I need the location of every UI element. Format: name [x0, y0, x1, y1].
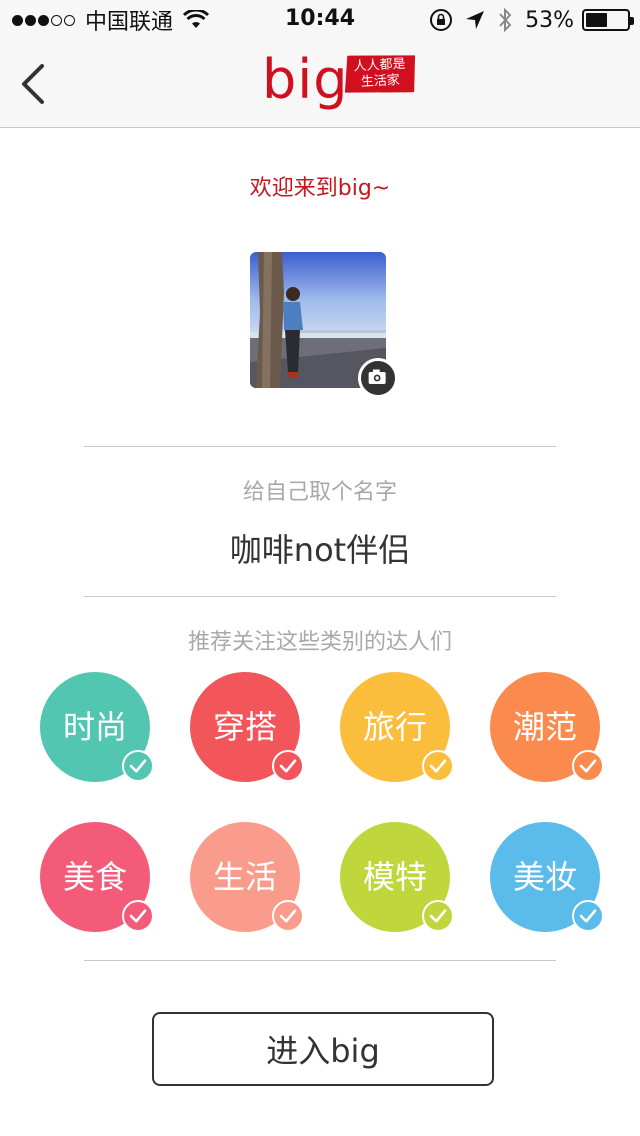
status-right: 53% — [429, 6, 634, 34]
divider — [84, 446, 556, 447]
name-label: 给自己取个名字 — [242, 480, 397, 505]
screen: 中国联通 10:44 53% big 人人都是 生活家 欢迎来到big~ 给自己… — [0, 0, 640, 1136]
category-item[interactable]: 旅行 — [340, 672, 454, 782]
category-item[interactable]: 模特 — [340, 822, 454, 932]
checkmark-icon — [272, 900, 304, 932]
recommend-label: 推荐关注这些类别的达人们 — [187, 630, 452, 655]
enter-big-button[interactable]: 进入big — [152, 1012, 494, 1086]
category-label: 潮范 — [512, 708, 577, 746]
category-label: 旅行 — [362, 708, 427, 746]
battery-tip — [630, 17, 634, 25]
checkmark-icon — [422, 900, 454, 932]
checkmark-icon — [422, 750, 454, 782]
nav-bar: big 人人都是 生活家 — [0, 40, 640, 128]
category-item[interactable]: 美食 — [40, 822, 154, 932]
lock-rotation-icon — [430, 9, 453, 31]
name-input[interactable] — [120, 524, 520, 572]
logo-text: big — [262, 48, 349, 111]
battery-icon — [582, 9, 634, 31]
checkmark-icon — [122, 750, 154, 782]
status-bar: 中国联通 10:44 53% — [0, 0, 640, 40]
category-item[interactable]: 美妆 — [490, 822, 604, 932]
category-item[interactable]: 生活 — [190, 822, 304, 932]
bluetooth-icon — [499, 7, 512, 33]
divider — [84, 960, 556, 961]
big-logo: big 人人都是 生活家 — [262, 48, 422, 120]
checkmark-icon — [272, 750, 304, 782]
welcome-text: 欢迎来到big~ — [249, 176, 391, 201]
category-label: 穿搭 — [212, 708, 277, 746]
battery-fill — [586, 13, 608, 27]
category-label: 美食 — [62, 858, 127, 896]
category-item[interactable]: 潮范 — [490, 672, 604, 782]
checkmark-icon — [572, 900, 604, 932]
chevron-left-icon[interactable] — [14, 58, 54, 110]
category-item[interactable]: 时尚 — [40, 672, 154, 782]
camera-icon[interactable] — [358, 358, 398, 398]
divider — [84, 596, 556, 597]
category-label: 时尚 — [62, 708, 127, 746]
checkmark-icon — [122, 900, 154, 932]
category-item[interactable]: 穿搭 — [190, 672, 304, 782]
avatar-container[interactable] — [250, 252, 398, 398]
category-label: 模特 — [362, 858, 427, 896]
category-label: 美妆 — [512, 858, 577, 896]
category-label: 生活 — [212, 858, 277, 896]
location-arrow-icon — [466, 11, 485, 29]
logo-tag: 人人都是 生活家 — [343, 52, 417, 96]
checkmark-icon — [572, 750, 604, 782]
battery-percent: 53% — [525, 7, 574, 33]
